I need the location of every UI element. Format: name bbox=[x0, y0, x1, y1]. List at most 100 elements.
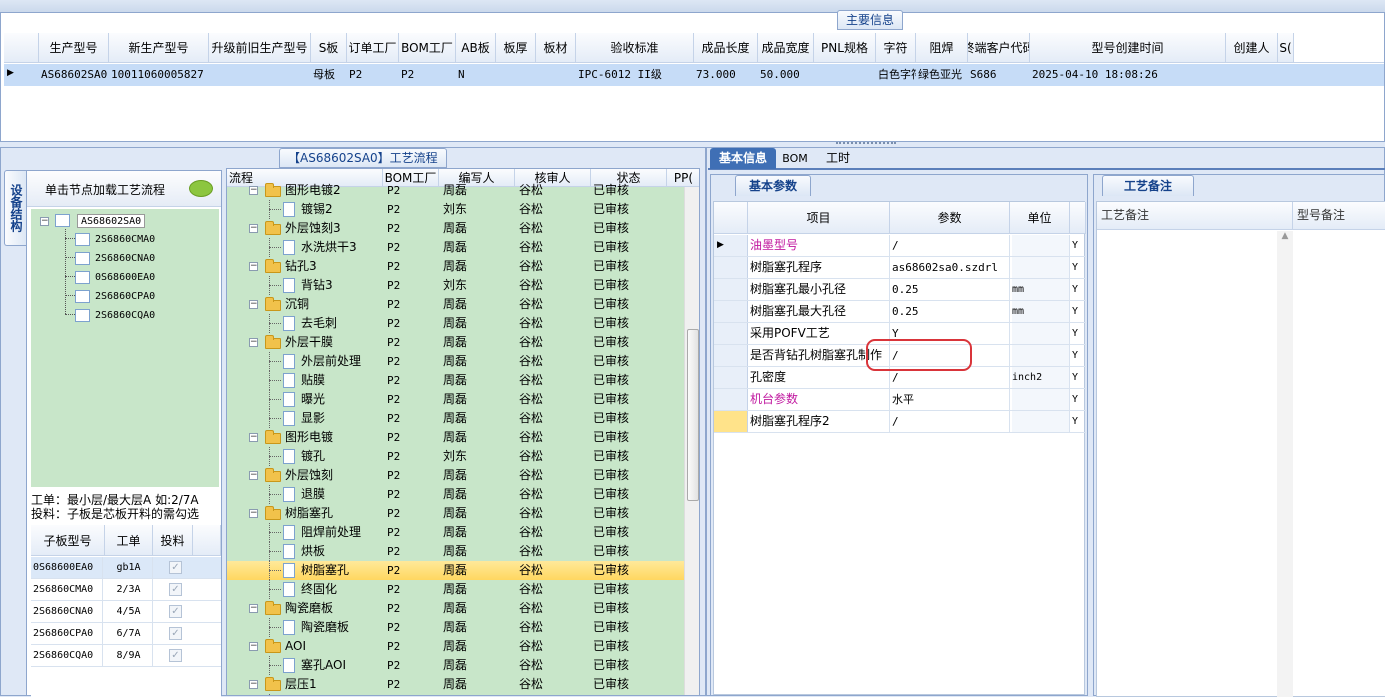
feed-checkbox[interactable]: ✓ bbox=[169, 649, 182, 662]
tab-work-hours[interactable]: 工时 bbox=[818, 148, 858, 169]
main-col-header[interactable]: 新生产型号 bbox=[109, 33, 209, 62]
remark-textarea[interactable] bbox=[1097, 231, 1293, 697]
sub-order-cell[interactable]: 6/7A bbox=[105, 623, 153, 645]
main-col-header[interactable]: BOM工厂 bbox=[399, 33, 456, 62]
flow-group-row[interactable]: − 陶瓷磨板 P2 周磊 谷松 已审核 bbox=[227, 599, 685, 618]
sub-order-cell[interactable]: 4/5A bbox=[105, 601, 153, 623]
main-col-header[interactable]: AB板 bbox=[456, 33, 496, 62]
param-value[interactable]: / bbox=[892, 235, 1010, 256]
flow-step-row[interactable]: 去毛刺 P2 周磊 谷松 已审核 bbox=[227, 314, 685, 333]
sub-col-header[interactable]: 工单 bbox=[105, 525, 153, 555]
main-cell[interactable]: AS68602SA0 bbox=[41, 64, 109, 86]
main-cell[interactable]: 50.000 bbox=[760, 64, 814, 86]
flow-group-row[interactable]: − 外层蚀刻 P2 周磊 谷松 已审核 bbox=[227, 466, 685, 485]
main-cell[interactable] bbox=[1280, 64, 1294, 86]
main-cell[interactable] bbox=[1228, 64, 1278, 86]
main-cell[interactable] bbox=[538, 64, 576, 86]
main-col-header[interactable]: PNL规格 bbox=[814, 33, 876, 62]
flow-step-row[interactable]: 塞孔AOI P2 周磊 谷松 已审核 bbox=[227, 656, 685, 675]
flow-step-row[interactable]: 树脂塞孔 P2 周磊 谷松 已审核 bbox=[227, 561, 685, 580]
flow-group-row[interactable]: − 树脂塞孔 P2 周磊 谷松 已审核 bbox=[227, 504, 685, 523]
main-cell[interactable] bbox=[498, 64, 536, 86]
feed-checkbox[interactable]: ✓ bbox=[169, 605, 182, 618]
tab-bom[interactable]: BOM bbox=[780, 148, 810, 169]
main-col-header[interactable]: 升级前旧生产型号 bbox=[209, 33, 311, 62]
main-grid-row[interactable]: ▶ AS68602SA0 10011060005827 母板 P2 P2 N IPC-6012… bbox=[4, 64, 1384, 86]
flow-group-row[interactable]: − 钻孔3 P2 周磊 谷松 已审核 bbox=[227, 257, 685, 276]
flow-step-row[interactable]: 曝光 P2 周磊 谷松 已审核 bbox=[227, 390, 685, 409]
flow-step-row[interactable]: 退膜 P2 周磊 谷松 已审核 bbox=[227, 485, 685, 504]
main-col-header[interactable]: 验收标准 bbox=[576, 33, 694, 62]
flow-group-row[interactable]: − 层压1 P2 周磊 谷松 已审核 bbox=[227, 675, 685, 694]
param-row[interactable]: 机台参数 水平 Y bbox=[714, 389, 1086, 411]
main-col-header[interactable]: 订单工厂 bbox=[347, 33, 399, 62]
feed-checkbox[interactable]: ✓ bbox=[169, 583, 182, 596]
tree-child-label[interactable]: 2S6860CQA0 bbox=[95, 309, 155, 323]
collapse-icon[interactable]: − bbox=[249, 300, 258, 309]
flow-step-row[interactable]: 阻焊前处理 P2 周磊 谷松 已审核 bbox=[227, 523, 685, 542]
flow-step-row[interactable]: 水洗烘干3 P2 周磊 谷松 已审核 bbox=[227, 238, 685, 257]
basic-params-tab[interactable]: 基本参数 bbox=[735, 175, 811, 196]
collapse-icon[interactable]: − bbox=[249, 680, 258, 689]
param-value[interactable]: 水平 bbox=[892, 389, 1010, 410]
sub-order-cell[interactable]: 8/9A bbox=[105, 645, 153, 667]
main-cell[interactable]: 2025-04-10 18:08:26 bbox=[1032, 64, 1226, 86]
main-col-header[interactable]: 生产型号 bbox=[39, 33, 109, 62]
collapse-icon[interactable]: − bbox=[249, 224, 258, 233]
main-cell[interactable]: 白色字符 bbox=[878, 64, 916, 86]
tree-child-label[interactable]: 2S6860CNA0 bbox=[95, 252, 155, 266]
tree-child-label[interactable]: 2S6860CPA0 bbox=[95, 290, 155, 304]
main-cell[interactable] bbox=[816, 64, 876, 86]
param-value[interactable]: / bbox=[892, 411, 1010, 432]
main-cell[interactable]: 73.000 bbox=[696, 64, 758, 86]
main-cell[interactable]: 母板 bbox=[313, 64, 347, 86]
main-col-header[interactable]: 成品长度 bbox=[694, 33, 758, 62]
main-col-header[interactable]: 成品宽度 bbox=[758, 33, 814, 62]
flow-group-row[interactable]: − AOI P2 周磊 谷松 已审核 bbox=[227, 637, 685, 656]
flow-step-row[interactable]: 镀孔 P2 刘东 谷松 已审核 bbox=[227, 447, 685, 466]
main-col-header[interactable]: 终端客户代码 bbox=[968, 33, 1030, 62]
flow-group-row[interactable]: − 外层蚀刻3 P2 周磊 谷松 已审核 bbox=[227, 219, 685, 238]
feed-checkbox[interactable]: ✓ bbox=[169, 561, 182, 574]
sub-board-row[interactable]: 2S6860CQA0 8/9A ✓ bbox=[31, 645, 221, 667]
main-cell[interactable]: S686 bbox=[970, 64, 1030, 86]
main-col-header[interactable]: 字符 bbox=[876, 33, 916, 62]
flow-scrollbar[interactable] bbox=[684, 187, 699, 695]
param-row[interactable]: 树脂塞孔最大孔径 0.25 mm Y bbox=[714, 301, 1086, 323]
param-value[interactable]: 0.25 bbox=[892, 301, 1010, 322]
collapse-icon[interactable]: − bbox=[249, 471, 258, 480]
collapse-icon[interactable]: − bbox=[249, 338, 258, 347]
param-row[interactable]: 树脂塞孔最小孔径 0.25 mm Y bbox=[714, 279, 1086, 301]
main-col-header[interactable]: S板 bbox=[311, 33, 347, 62]
main-cell[interactable]: P2 bbox=[401, 64, 456, 86]
params-col-header[interactable]: 单位 bbox=[1010, 202, 1070, 233]
remark-scrollbar[interactable]: ▲ bbox=[1277, 231, 1293, 697]
param-row[interactable]: ▶ 油墨型号 / Y bbox=[714, 235, 1086, 257]
main-cell[interactable]: N bbox=[458, 64, 496, 86]
flow-group-row[interactable]: − 图形电镀 P2 周磊 谷松 已审核 bbox=[227, 428, 685, 447]
sub-board-row[interactable]: 2S6860CNA0 4/5A ✓ bbox=[31, 601, 221, 623]
remarks-tab[interactable]: 工艺备注 bbox=[1102, 175, 1194, 196]
flow-scroll-thumb[interactable] bbox=[687, 329, 699, 501]
flow-step-row[interactable]: 镀锡2 P2 刘东 谷松 已审核 bbox=[227, 200, 685, 219]
param-value[interactable]: 0.25 bbox=[892, 279, 1010, 300]
collapse-icon[interactable]: − bbox=[249, 509, 258, 518]
flow-group-row[interactable]: − 图形电镀2 P2 周磊 谷松 已审核 bbox=[227, 181, 685, 200]
param-row[interactable]: 树脂塞孔程序2/ Y bbox=[714, 411, 1086, 433]
main-col-header[interactable]: 型号创建时间 bbox=[1030, 33, 1226, 62]
main-col-header[interactable]: 板材 bbox=[536, 33, 576, 62]
sub-board-row[interactable]: 0S68600EA0 gb1A ✓ bbox=[31, 557, 221, 579]
collapse-icon[interactable]: − bbox=[249, 642, 258, 651]
sub-order-cell[interactable]: 2/3A bbox=[105, 579, 153, 601]
tree-child-label[interactable]: 2S6860CMA0 bbox=[95, 233, 155, 247]
flow-step-row[interactable]: 外层前处理 P2 周磊 谷松 已审核 bbox=[227, 352, 685, 371]
param-value[interactable]: as68602sa0.szdrl bbox=[892, 257, 1010, 278]
side-tab-equipment[interactable]: 设备结构 bbox=[4, 170, 26, 246]
main-col-header[interactable]: 创建人 bbox=[1226, 33, 1278, 62]
main-col-header[interactable]: 阻焊 bbox=[916, 33, 968, 62]
flow-step-row[interactable]: 陶瓷磨板 P2 周磊 谷松 已审核 bbox=[227, 618, 685, 637]
flow-step-row[interactable]: 烘板 P2 周磊 谷松 已审核 bbox=[227, 542, 685, 561]
flow-step-row[interactable]: 背钻3 P2 刘东 谷松 已审核 bbox=[227, 276, 685, 295]
flow-group-row[interactable]: − 外层干膜 P2 周磊 谷松 已审核 bbox=[227, 333, 685, 352]
param-row[interactable]: 树脂塞孔程序 as68602sa0.szdrl Y bbox=[714, 257, 1086, 279]
